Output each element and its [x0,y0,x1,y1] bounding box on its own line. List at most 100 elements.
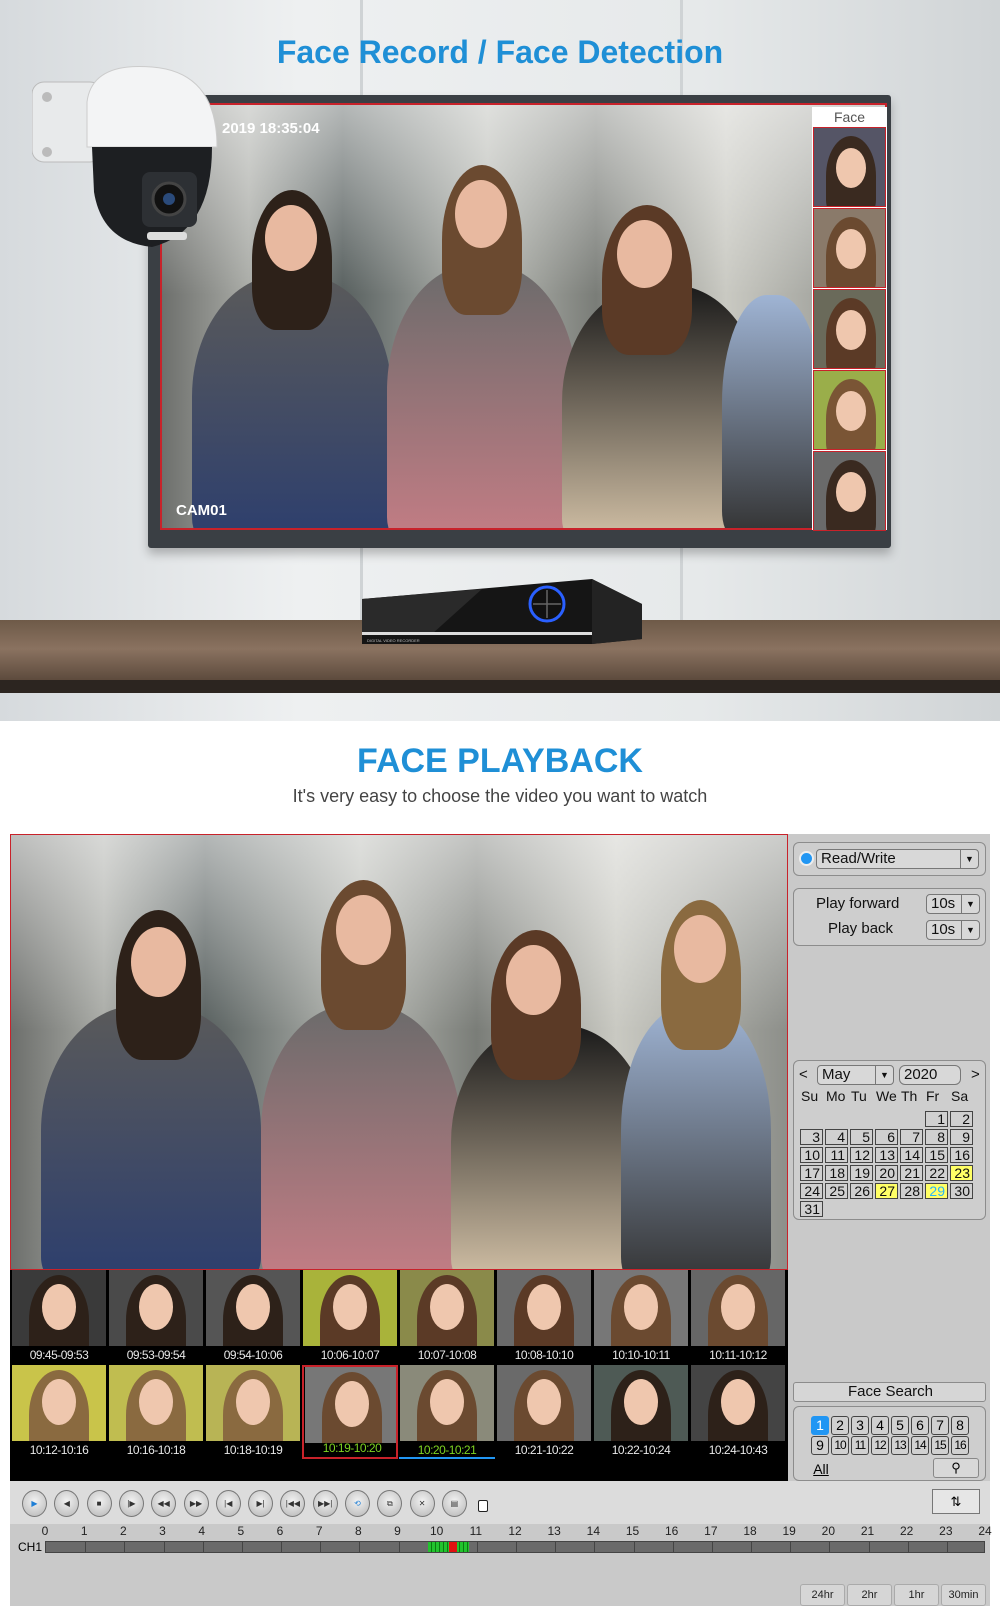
recording-segment[interactable] [449,1542,458,1552]
channel-button[interactable]: 2 [831,1416,849,1435]
face-thumbnail[interactable]: 10:24-10:43 [690,1365,786,1459]
cut-icon[interactable]: ✕ [409,1490,435,1517]
play-icon[interactable]: ▶ [22,1490,47,1517]
save-icon[interactable]: ▤ [441,1490,467,1517]
calendar-day[interactable]: 19 [850,1165,873,1181]
prev-frame-icon[interactable]: |◀ [215,1490,241,1517]
calendar-day[interactable]: 10 [800,1147,823,1163]
channel-button[interactable]: 5 [891,1416,909,1435]
sync-icon[interactable]: ⇅ [932,1489,980,1514]
face-thumbnail[interactable]: 10:07-10:08 [399,1270,495,1364]
face-capture[interactable] [813,370,886,450]
skip-start-icon[interactable]: |◀◀ [280,1490,306,1517]
calendar-day[interactable]: 3 [800,1129,823,1145]
face-thumbnail[interactable]: 10:08-10:10 [496,1270,592,1364]
loop-icon[interactable]: ⟲ [345,1490,370,1517]
calendar-day[interactable]: 22 [925,1165,948,1181]
reverse-play-icon[interactable]: ◀ [54,1490,80,1517]
copy-icon[interactable]: ⧉ [377,1490,403,1517]
calendar-day[interactable]: 31 [800,1201,823,1217]
next-frame-icon[interactable]: ▶| [248,1490,274,1517]
calendar-day[interactable]: 28 [900,1183,923,1199]
zoom-30min-button[interactable]: 30min [941,1584,986,1606]
playback-video[interactable] [10,834,788,1270]
calendar-day[interactable]: 5 [850,1129,873,1145]
face-capture[interactable] [813,289,886,369]
face-thumbnail[interactable]: 10:20-10:21 [399,1365,495,1459]
skip-end-icon[interactable]: ▶▶| [312,1490,338,1517]
calendar-day[interactable]: 29 [925,1183,948,1199]
channel-button[interactable]: 9 [811,1436,829,1455]
channel-button[interactable]: 6 [911,1416,929,1435]
play-forward-select[interactable]: 10s ▼ [926,894,980,914]
face-thumbnail[interactable]: 09:53-09:54 [108,1270,204,1364]
stop-icon[interactable]: ■ [86,1490,112,1517]
face-thumbnail[interactable]: 10:18-10:19 [205,1365,301,1459]
channel-button[interactable]: 14 [911,1436,929,1455]
calendar-day[interactable]: 12 [850,1147,873,1163]
calendar-day[interactable]: 27 [875,1183,898,1199]
face-thumbnail[interactable]: 09:54-10:06 [205,1270,301,1364]
calendar-day[interactable]: 4 [825,1129,848,1145]
face-capture[interactable] [813,451,886,531]
channel-button[interactable]: 4 [871,1416,889,1435]
calendar-day[interactable]: 17 [800,1165,823,1181]
calendar-day[interactable]: 23 [950,1165,973,1181]
play-back-select[interactable]: 10s ▼ [926,920,980,940]
face-thumbnail[interactable]: 10:10-10:11 [593,1270,689,1364]
calendar-day[interactable]: 11 [825,1147,848,1163]
channel-button[interactable]: 10 [831,1436,849,1455]
zoom-2hr-button[interactable]: 2hr [847,1584,892,1606]
prev-month-button[interactable]: < [799,1066,808,1083]
face-thumbnail[interactable]: 10:21-10:22 [496,1365,592,1459]
calendar-day[interactable]: 7 [900,1129,923,1145]
calendar-day[interactable]: 24 [800,1183,823,1199]
channel-button[interactable]: 8 [951,1416,969,1435]
face-thumbnail[interactable]: 10:12-10:16 [11,1365,107,1459]
channel-button[interactable]: 15 [931,1436,949,1455]
channel-button[interactable]: 11 [851,1436,869,1455]
face-thumbnail[interactable]: 09:45-09:53 [11,1270,107,1364]
calendar-day[interactable]: 30 [950,1183,973,1199]
calendar-day[interactable]: 25 [825,1183,848,1199]
zoom-24hr-button[interactable]: 24hr [800,1584,845,1606]
next-month-button[interactable]: > [971,1066,980,1083]
face-thumbnail[interactable]: 10:16-10:18 [108,1365,204,1459]
channel-button[interactable]: 16 [951,1436,969,1455]
step-forward-icon[interactable]: |▶ [118,1490,144,1517]
calendar-day[interactable]: 1 [925,1111,948,1127]
fast-forward-icon[interactable]: ▶▶ [183,1490,209,1517]
face-thumbnail[interactable]: 10:19-10:20 [302,1365,398,1459]
channel-button[interactable]: 7 [931,1416,949,1435]
calendar-day[interactable]: 2 [950,1111,973,1127]
select-checkbox[interactable] [478,1500,488,1512]
channel-button[interactable]: 12 [871,1436,889,1455]
all-channels-button[interactable]: All [811,1461,831,1480]
month-select[interactable]: May ▼ [817,1065,894,1085]
calendar-day[interactable]: 13 [875,1147,898,1163]
channel-button[interactable]: 3 [851,1416,869,1435]
calendar-day[interactable]: 14 [900,1147,923,1163]
face-capture[interactable] [813,127,886,207]
face-capture[interactable] [813,208,886,288]
calendar-day[interactable]: 16 [950,1147,973,1163]
mode-select[interactable]: Read/Write ▼ [816,849,979,869]
calendar-day[interactable]: 18 [825,1165,848,1181]
face-thumbnail[interactable]: 10:22-10:24 [593,1365,689,1459]
channel-button[interactable]: 1 [811,1416,829,1435]
mode-radio[interactable] [799,851,814,866]
search-icon[interactable]: ⚲ [933,1458,979,1478]
calendar-day[interactable]: 15 [925,1147,948,1163]
calendar-day[interactable]: 8 [925,1129,948,1145]
calendar-day[interactable]: 6 [875,1129,898,1145]
face-thumbnail[interactable]: 10:06-10:07 [302,1270,398,1364]
rewind-icon[interactable]: ◀◀ [151,1490,177,1517]
face-thumbnail[interactable]: 10:11-10:12 [690,1270,786,1364]
calendar-day[interactable]: 21 [900,1165,923,1181]
channel-button[interactable]: 13 [891,1436,909,1455]
year-field[interactable]: 2020 [899,1065,961,1085]
calendar-day[interactable]: 9 [950,1129,973,1145]
timeline-bar[interactable] [45,1541,985,1553]
calendar-day[interactable]: 26 [850,1183,873,1199]
calendar-day[interactable]: 20 [875,1165,898,1181]
